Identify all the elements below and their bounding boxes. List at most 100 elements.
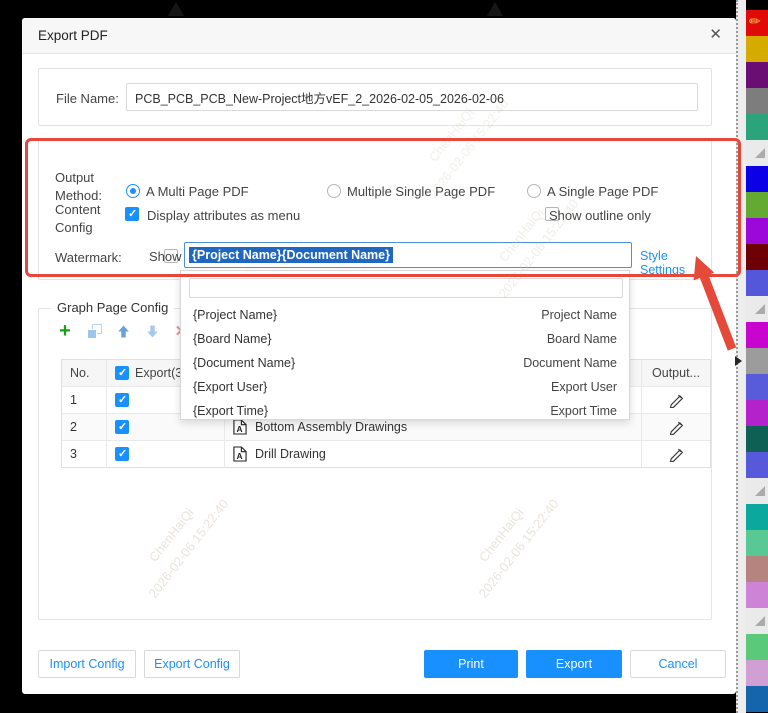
watermark-selected-text: {Project Name}{Document Name} bbox=[189, 247, 393, 263]
color-swatch[interactable] bbox=[746, 504, 768, 530]
export-config-button[interactable]: Export Config bbox=[144, 650, 240, 678]
display-attributes-checkbox[interactable] bbox=[125, 207, 139, 221]
color-swatch[interactable] bbox=[746, 270, 768, 296]
color-swatch[interactable] bbox=[746, 660, 768, 686]
color-swatch[interactable] bbox=[746, 322, 768, 348]
export-button[interactable]: Export bbox=[526, 650, 622, 678]
variable-option[interactable]: {Document Name} Document Name bbox=[181, 351, 629, 375]
copy-page-button[interactable] bbox=[84, 321, 104, 341]
dialog-titlebar: Export PDF ✕ bbox=[22, 18, 736, 54]
radio-multi-page-pdf-label[interactable]: A Multi Page PDF bbox=[146, 183, 249, 201]
color-swatch[interactable] bbox=[746, 114, 768, 140]
row-export-checkbox[interactable] bbox=[115, 420, 129, 434]
color-swatch[interactable] bbox=[746, 192, 768, 218]
row-export-checkbox[interactable] bbox=[115, 447, 129, 461]
color-swatch[interactable] bbox=[746, 88, 768, 114]
file-name-label: File Name: bbox=[56, 90, 119, 108]
triangle-icon bbox=[755, 486, 765, 496]
color-swatch[interactable]: ✏ bbox=[746, 10, 768, 36]
color-swatch[interactable] bbox=[746, 348, 768, 374]
radio-multiple-single-page-pdf-label[interactable]: Multiple Single Page PDF bbox=[347, 183, 495, 201]
radio-single-page-pdf-label[interactable]: A Single Page PDF bbox=[547, 183, 658, 201]
edit-output-button[interactable] bbox=[642, 441, 710, 467]
watermark-variable-dropdown: {Project Name} Project Name {Board Name} Bo… bbox=[180, 270, 630, 420]
triangle-icon bbox=[755, 148, 765, 158]
table-row: 3ADrill Drawing bbox=[62, 440, 710, 467]
palette-resize-handle[interactable] bbox=[746, 296, 768, 322]
graph-page-toolbar: + ✕ bbox=[55, 321, 191, 341]
variable-option[interactable]: {Export Time} Export Time bbox=[181, 399, 629, 423]
export-pdf-dialog: Export PDF ✕ File Name: PCB_PCB_PCB_New-… bbox=[22, 18, 736, 694]
panel-arrow-marker bbox=[735, 356, 742, 366]
edit-output-button[interactable] bbox=[642, 414, 710, 440]
cancel-button[interactable]: Cancel bbox=[630, 650, 726, 678]
color-swatch[interactable] bbox=[746, 218, 768, 244]
variable-name: Export Time bbox=[550, 404, 617, 418]
file-name-input[interactable]: PCB_PCB_PCB_New-Project地方vEF_2_2026-02-0… bbox=[126, 83, 698, 111]
variable-token: {Board Name} bbox=[193, 332, 272, 346]
palette-resize-handle[interactable] bbox=[746, 608, 768, 634]
graph-page-config-legend: Graph Page Config bbox=[51, 300, 174, 315]
watermark-show-label[interactable]: Show bbox=[149, 248, 182, 266]
pdf-file-icon: A bbox=[233, 446, 247, 462]
file-name-value: PCB_PCB_PCB_New-Project地方vEF_2_2026-02-0… bbox=[135, 88, 504, 107]
radio-multi-page-pdf[interactable] bbox=[126, 184, 140, 198]
add-page-button[interactable]: + bbox=[55, 321, 75, 341]
variable-option[interactable]: {Export User}Export User bbox=[181, 375, 629, 399]
svg-text:A: A bbox=[237, 451, 243, 461]
edit-output-button[interactable] bbox=[642, 387, 710, 413]
variable-option[interactable]: {Board Name} Board Name bbox=[181, 327, 629, 351]
select-all-checkbox[interactable] bbox=[115, 366, 129, 380]
color-swatch[interactable] bbox=[746, 62, 768, 88]
show-outline-label[interactable]: Show outline only bbox=[549, 207, 651, 225]
background-glyph bbox=[168, 2, 184, 16]
color-swatch[interactable] bbox=[746, 166, 768, 192]
palette-resize-handle[interactable] bbox=[746, 140, 768, 166]
watermark-text-input[interactable]: {Project Name}{Document Name} bbox=[184, 242, 632, 268]
header-no: No. bbox=[62, 360, 107, 386]
style-settings-link[interactable]: Style Settings bbox=[640, 249, 711, 277]
color-swatch[interactable] bbox=[746, 556, 768, 582]
pencil-icon: ✏ bbox=[749, 13, 761, 30]
triangle-icon bbox=[755, 304, 765, 314]
watermark-label: Watermark: bbox=[55, 249, 122, 267]
color-swatch[interactable] bbox=[746, 686, 768, 712]
variable-token: {Project Name} bbox=[193, 308, 277, 322]
display-attributes-label[interactable]: Display attributes as menu bbox=[147, 207, 300, 225]
color-swatch[interactable] bbox=[746, 36, 768, 62]
variable-option[interactable]: {Project Name} Project Name bbox=[181, 303, 629, 327]
print-button[interactable]: Print bbox=[424, 650, 518, 678]
color-swatch[interactable] bbox=[746, 582, 768, 608]
import-config-button[interactable]: Import Config bbox=[38, 650, 136, 678]
color-swatch[interactable] bbox=[746, 530, 768, 556]
row-number: 1 bbox=[62, 387, 107, 413]
move-down-button[interactable] bbox=[142, 321, 162, 341]
variable-name: Project Name bbox=[541, 308, 617, 322]
move-up-button[interactable] bbox=[113, 321, 133, 341]
export-options-group: Output Method: A Multi Page PDF Multiple… bbox=[38, 138, 712, 280]
color-swatch[interactable] bbox=[746, 400, 768, 426]
palette-resize-handle[interactable] bbox=[746, 478, 768, 504]
dropdown-filter-input[interactable] bbox=[189, 278, 623, 298]
variable-name: Document Name bbox=[523, 356, 617, 370]
radio-single-page-pdf[interactable] bbox=[527, 184, 541, 198]
color-swatch[interactable] bbox=[746, 634, 768, 660]
svg-text:A: A bbox=[237, 424, 243, 434]
variable-token: {Export Time} bbox=[193, 404, 268, 418]
row-number: 2 bbox=[62, 414, 107, 440]
variable-name: Board Name bbox=[547, 332, 617, 346]
color-swatch[interactable] bbox=[746, 374, 768, 400]
row-export-checkbox[interactable] bbox=[115, 393, 129, 407]
radio-multiple-single-page-pdf[interactable] bbox=[327, 184, 341, 198]
document-name: Drill Drawing bbox=[255, 447, 326, 461]
close-icon[interactable]: ✕ bbox=[709, 27, 722, 42]
color-swatch[interactable] bbox=[746, 244, 768, 270]
variable-token: {Export User} bbox=[193, 380, 267, 394]
color-swatch[interactable] bbox=[746, 426, 768, 452]
variable-token: {Document Name} bbox=[193, 356, 295, 370]
triangle-icon bbox=[755, 616, 765, 626]
header-output: Output... bbox=[642, 360, 710, 386]
color-swatch[interactable] bbox=[746, 452, 768, 478]
copy-icon bbox=[87, 324, 102, 339]
screen: Export PDF ✕ File Name: PCB_PCB_PCB_New-… bbox=[0, 0, 768, 713]
